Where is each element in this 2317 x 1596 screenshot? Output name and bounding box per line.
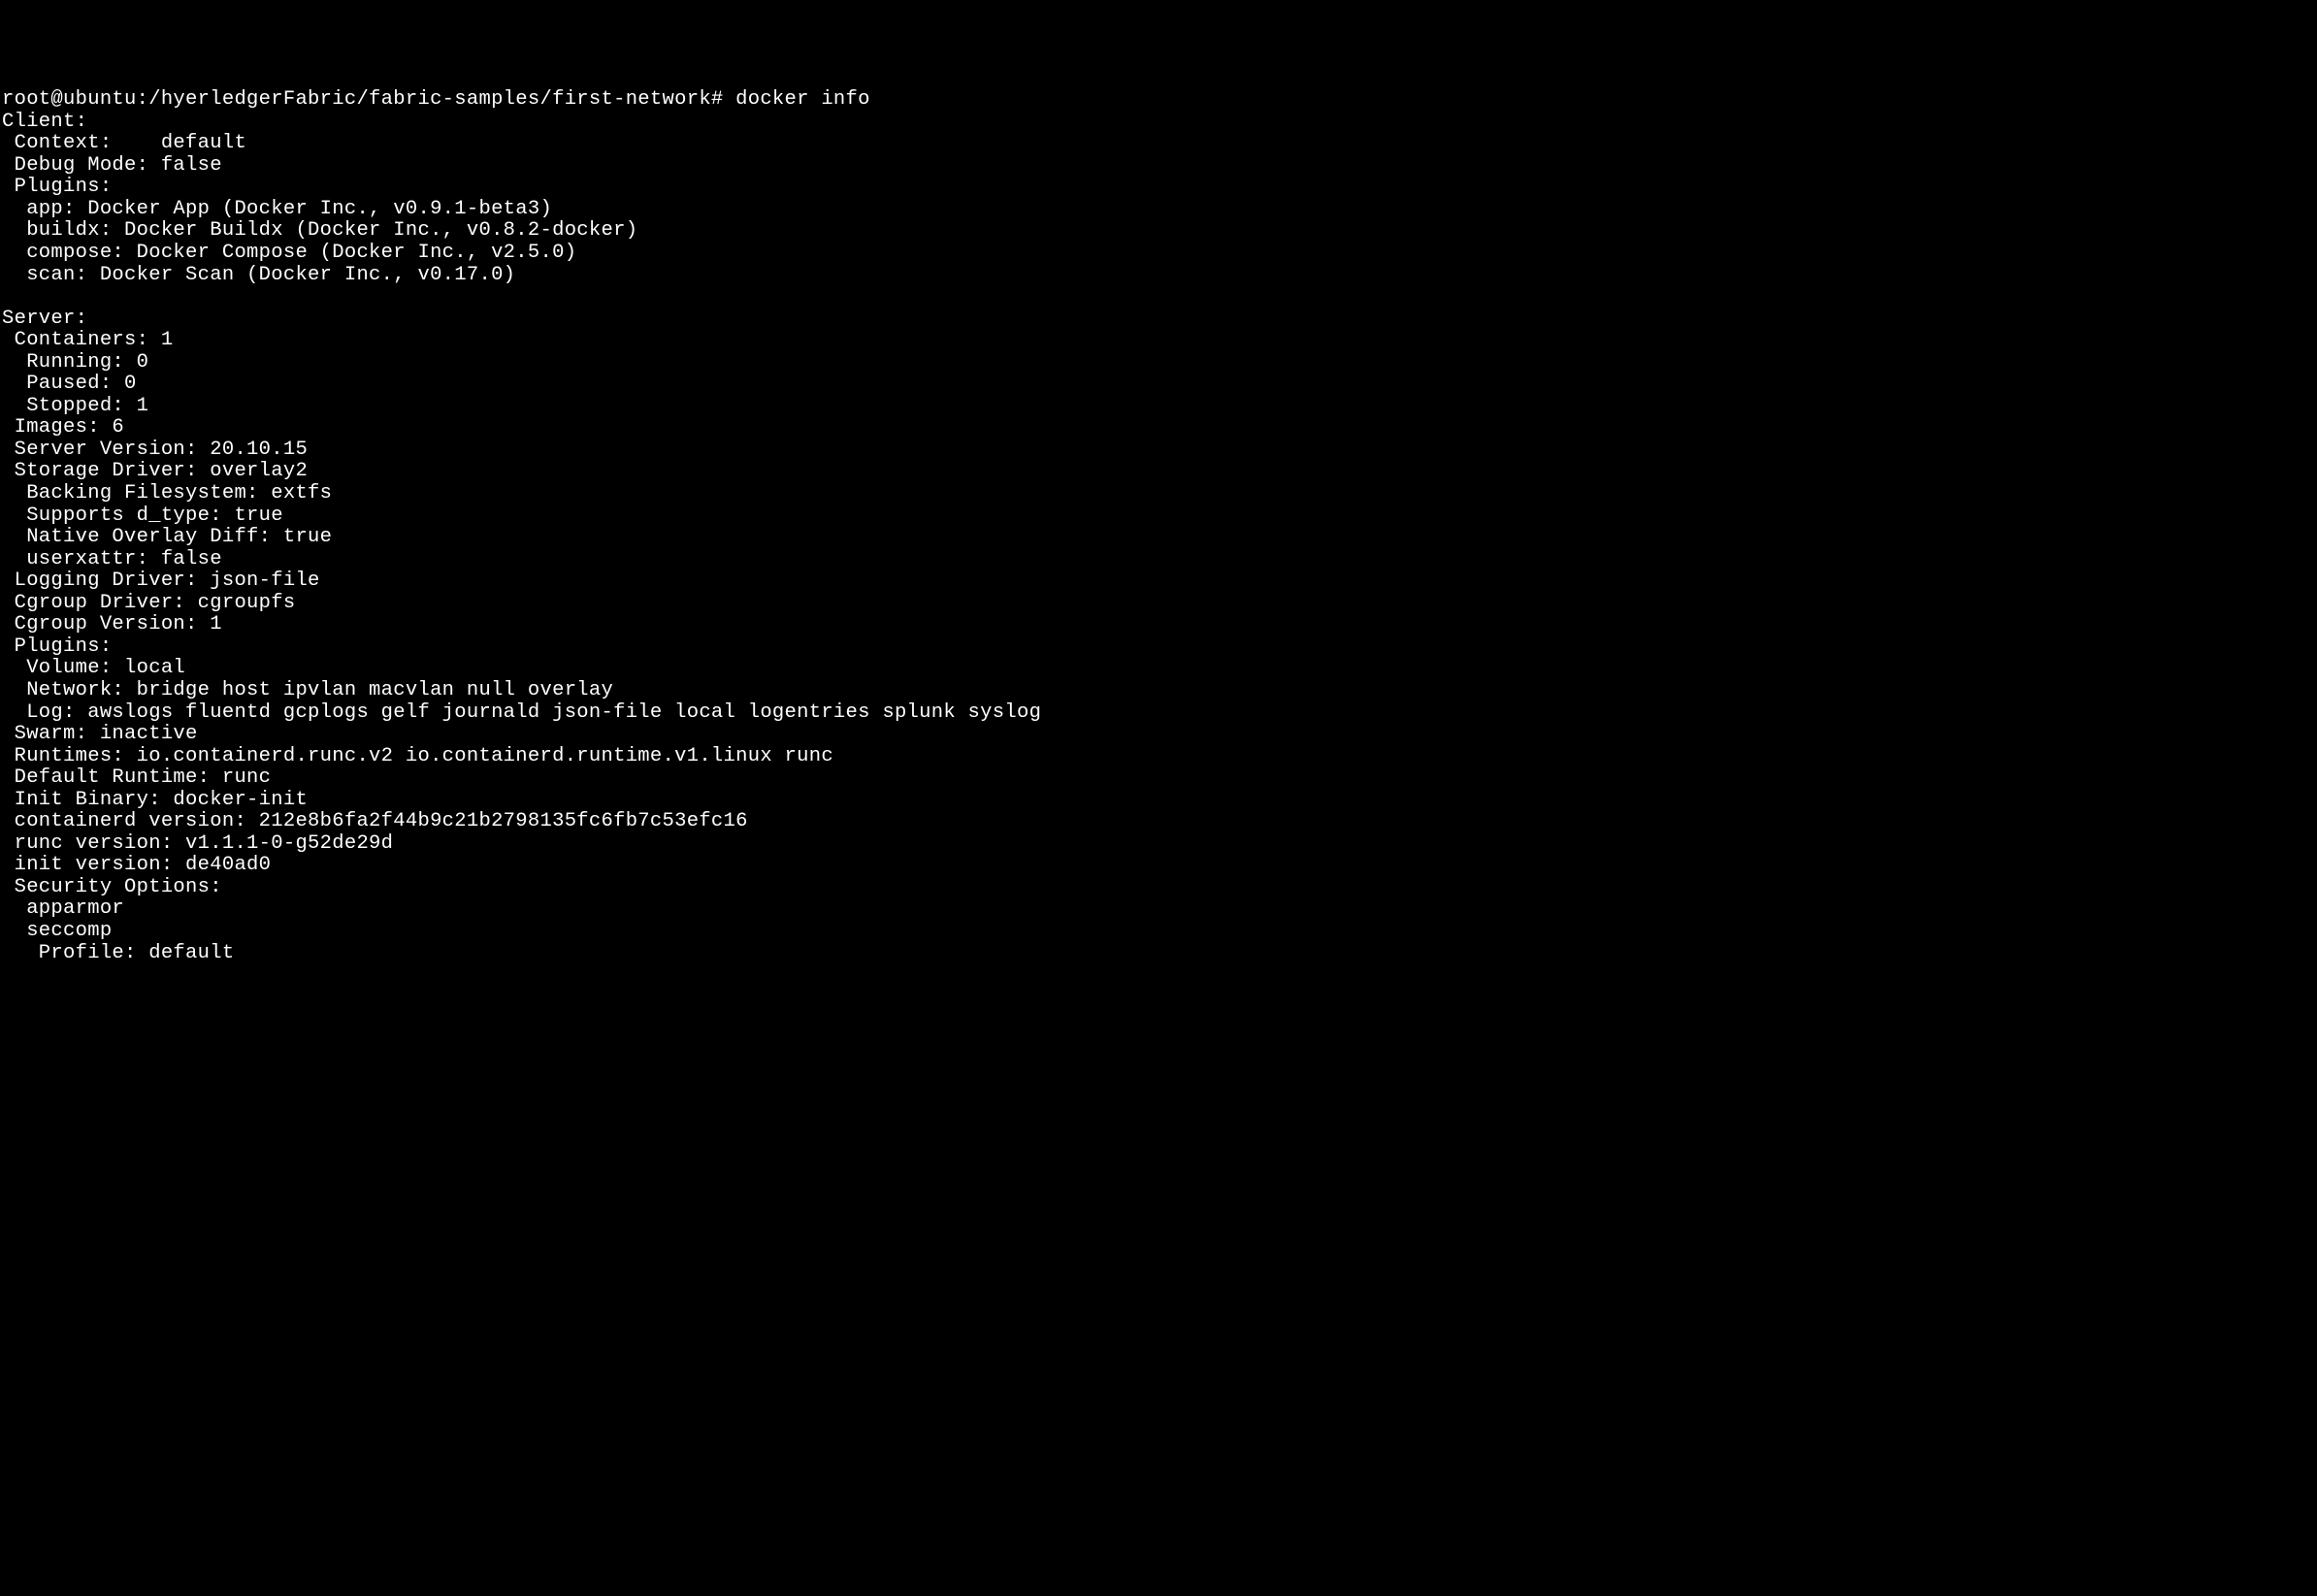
output-line: Plugins: <box>2 635 112 658</box>
output-line: Storage Driver: overlay2 <box>2 460 308 482</box>
output-line: seccomp <box>2 920 112 942</box>
output-line: Stopped: 1 <box>2 395 148 417</box>
output-line: scan: Docker Scan (Docker Inc., v0.17.0) <box>2 264 515 286</box>
output-line: apparmor <box>2 897 124 920</box>
command-prompt-line: root@ubuntu:/hyerledgerFabric/fabric-sam… <box>2 88 870 111</box>
output-line: compose: Docker Compose (Docker Inc., v2… <box>2 242 576 264</box>
output-line: Client: <box>2 111 87 133</box>
terminal-output[interactable]: root@ubuntu:/hyerledgerFabric/fabric-sam… <box>2 89 2315 964</box>
output-line: Debug Mode: false <box>2 154 222 177</box>
output-line: app: Docker App (Docker Inc., v0.9.1-bet… <box>2 198 552 220</box>
output-line: containerd version: 212e8b6fa2f44b9c21b2… <box>2 810 748 832</box>
output-line: Swarm: inactive <box>2 723 198 745</box>
output-line: runc version: v1.1.1-0-g52de29d <box>2 832 393 855</box>
output-line: Default Runtime: runc <box>2 766 271 789</box>
output-line: Context: default <box>2 132 246 154</box>
output-line: Server Version: 20.10.15 <box>2 439 308 461</box>
output-line: Runtimes: io.containerd.runc.v2 io.conta… <box>2 745 833 767</box>
output-line: Network: bridge host ipvlan macvlan null… <box>2 679 613 701</box>
output-line: Native Overlay Diff: true <box>2 526 332 548</box>
output-line: Paused: 0 <box>2 373 137 395</box>
output-line: Running: 0 <box>2 351 148 374</box>
output-line: Logging Driver: json-file <box>2 570 320 592</box>
output-line: Log: awslogs fluentd gcplogs gelf journa… <box>2 701 1041 724</box>
output-line: init version: de40ad0 <box>2 854 271 876</box>
output-line: Cgroup Version: 1 <box>2 613 222 635</box>
output-line: Volume: local <box>2 657 185 679</box>
output-line: Cgroup Driver: cgroupfs <box>2 592 295 614</box>
output-line: Init Binary: docker-init <box>2 789 308 811</box>
output-line: buildx: Docker Buildx (Docker Inc., v0.8… <box>2 219 637 242</box>
output-line: userxattr: false <box>2 548 222 570</box>
output-line: Supports d_type: true <box>2 505 283 527</box>
output-line: Profile: default <box>2 942 234 964</box>
output-line: Backing Filesystem: extfs <box>2 482 332 505</box>
output-line: Images: 6 <box>2 416 124 439</box>
output-line: Containers: 1 <box>2 329 173 351</box>
output-line: Security Options: <box>2 876 222 898</box>
output-line: Server: <box>2 308 87 330</box>
output-line: Plugins: <box>2 176 112 198</box>
